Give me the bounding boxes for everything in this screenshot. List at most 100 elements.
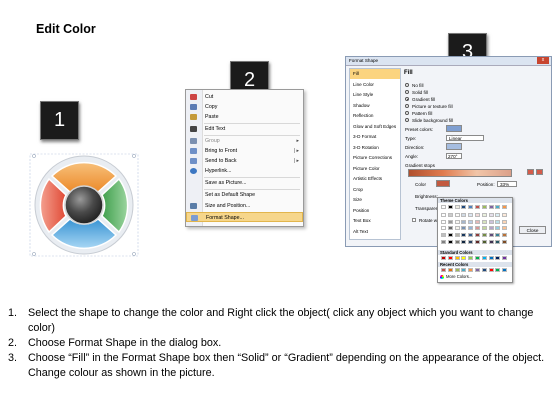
- standard-color-swatch[interactable]: [495, 256, 501, 260]
- recent-color-swatch[interactable]: [447, 268, 453, 272]
- theme-color-swatch[interactable]: [488, 239, 494, 244]
- menu-item-copy[interactable]: Copy: [186, 102, 303, 112]
- theme-color-swatch[interactable]: [447, 232, 453, 237]
- theme-color-swatch[interactable]: [447, 219, 453, 224]
- theme-color-swatch[interactable]: [495, 226, 501, 231]
- theme-color-swatch[interactable]: [461, 219, 467, 224]
- radio-picture-fill[interactable]: [405, 104, 409, 108]
- recent-color-swatch[interactable]: [475, 268, 480, 272]
- standard-color-swatch[interactable]: [441, 256, 446, 260]
- nav-item-3d-rotation[interactable]: 3-D Rotation: [350, 143, 400, 153]
- type-dropdown[interactable]: Linear: [446, 135, 484, 141]
- standard-color-swatch[interactable]: [488, 256, 494, 260]
- theme-color-swatch[interactable]: [502, 239, 508, 244]
- nav-item-reflection[interactable]: Reflection: [350, 111, 400, 121]
- theme-color-swatch[interactable]: [454, 205, 460, 209]
- nav-item-line-style[interactable]: Line Style: [350, 90, 400, 100]
- theme-color-swatch[interactable]: [481, 213, 487, 218]
- standard-color-swatch[interactable]: [481, 256, 487, 260]
- color-dropdown[interactable]: [436, 180, 450, 187]
- nav-item-3d-format[interactable]: 3-D Format: [350, 132, 400, 142]
- theme-color-swatch[interactable]: [447, 213, 453, 218]
- menu-item-cut[interactable]: Cut: [186, 92, 303, 102]
- recent-color-swatch[interactable]: [495, 268, 501, 272]
- nav-item-fill[interactable]: Fill: [350, 69, 400, 79]
- theme-color-swatch[interactable]: [495, 219, 501, 224]
- theme-color-swatch[interactable]: [454, 239, 460, 244]
- theme-color-swatch[interactable]: [475, 226, 480, 231]
- theme-color-swatch[interactable]: [481, 239, 487, 244]
- nav-item-picture-color[interactable]: Picture Color: [350, 164, 400, 174]
- theme-color-swatch[interactable]: [495, 213, 501, 218]
- menu-item-format-shape[interactable]: Format Shape...: [186, 212, 303, 222]
- recent-color-swatch[interactable]: [468, 268, 474, 272]
- theme-color-swatch[interactable]: [461, 205, 467, 209]
- theme-color-swatch[interactable]: [468, 226, 474, 231]
- nav-item-line-color[interactable]: Line Color: [350, 80, 400, 90]
- recent-color-swatch[interactable]: [454, 268, 460, 272]
- theme-color-swatch[interactable]: [495, 232, 501, 237]
- standard-color-swatch[interactable]: [461, 256, 467, 260]
- preset-colors-dropdown[interactable]: [446, 125, 462, 132]
- menu-item-paste[interactable]: Paste: [186, 112, 303, 122]
- close-icon[interactable]: x: [537, 57, 549, 64]
- theme-color-swatch[interactable]: [468, 239, 474, 244]
- theme-color-swatch[interactable]: [502, 232, 508, 237]
- menu-item-edit-text[interactable]: Edit Text: [186, 124, 303, 134]
- nav-item-alt-text[interactable]: Alt Text: [350, 227, 400, 237]
- theme-color-swatch[interactable]: [488, 232, 494, 237]
- nav-item-artistic-effects[interactable]: Artistic Effects: [350, 174, 400, 184]
- theme-color-swatch[interactable]: [447, 205, 453, 209]
- radio-gradient-fill[interactable]: [405, 97, 409, 101]
- add-stop-button[interactable]: [527, 169, 534, 175]
- menu-item-hyperlink[interactable]: Hyperlink...: [186, 166, 303, 176]
- theme-color-swatch[interactable]: [475, 219, 480, 224]
- theme-color-swatch[interactable]: [461, 226, 467, 231]
- theme-color-swatch[interactable]: [447, 239, 453, 244]
- theme-color-swatch[interactable]: [475, 213, 480, 218]
- gradient-stops-bar[interactable]: [408, 169, 512, 177]
- standard-color-swatch[interactable]: [475, 256, 480, 260]
- theme-color-swatch[interactable]: [468, 232, 474, 237]
- radio-pattern-fill[interactable]: [405, 111, 409, 115]
- radio-slide-bg-fill[interactable]: [405, 118, 409, 122]
- theme-color-swatch[interactable]: [495, 205, 501, 209]
- direction-dropdown[interactable]: [446, 143, 462, 150]
- nav-item-text-box[interactable]: Text Box: [350, 216, 400, 226]
- theme-color-swatch[interactable]: [468, 205, 474, 209]
- theme-color-swatch[interactable]: [488, 219, 494, 224]
- theme-color-swatch[interactable]: [488, 205, 494, 209]
- standard-color-swatch[interactable]: [502, 256, 508, 260]
- theme-color-swatch[interactable]: [454, 219, 460, 224]
- theme-color-swatch[interactable]: [461, 232, 467, 237]
- theme-color-swatch[interactable]: [441, 226, 446, 231]
- theme-color-swatch[interactable]: [502, 205, 508, 209]
- menu-item-send-to-back[interactable]: Send to Back | ▸: [186, 156, 303, 166]
- remove-stop-button[interactable]: [536, 169, 543, 175]
- standard-color-swatch[interactable]: [454, 256, 460, 260]
- theme-color-swatch[interactable]: [454, 226, 460, 231]
- angle-input[interactable]: 270°: [446, 153, 462, 159]
- theme-color-swatch[interactable]: [454, 213, 460, 218]
- radio-no-fill[interactable]: [405, 83, 409, 87]
- theme-color-swatch[interactable]: [447, 226, 453, 231]
- theme-color-swatch[interactable]: [502, 226, 508, 231]
- theme-color-swatch[interactable]: [475, 232, 480, 237]
- menu-item-set-default-shape[interactable]: Set as Default Shape: [186, 190, 303, 200]
- theme-color-swatch[interactable]: [441, 239, 446, 244]
- theme-color-swatch[interactable]: [468, 213, 474, 218]
- theme-color-swatch[interactable]: [481, 219, 487, 224]
- theme-color-swatch[interactable]: [441, 219, 446, 224]
- theme-color-swatch[interactable]: [481, 232, 487, 237]
- theme-color-swatch[interactable]: [495, 239, 501, 244]
- theme-color-swatch[interactable]: [468, 219, 474, 224]
- theme-color-swatch[interactable]: [488, 213, 494, 218]
- recent-color-swatch[interactable]: [502, 268, 508, 272]
- nav-item-glow[interactable]: Glow and Soft Edges: [350, 122, 400, 132]
- position-input[interactable]: 33%: [497, 181, 517, 187]
- more-colors-link[interactable]: More Colors...: [446, 274, 472, 279]
- theme-color-swatch[interactable]: [488, 226, 494, 231]
- theme-color-swatch[interactable]: [461, 213, 467, 218]
- menu-item-bring-to-front[interactable]: Bring to Front | ▸: [186, 146, 303, 156]
- theme-color-swatch[interactable]: [441, 213, 446, 218]
